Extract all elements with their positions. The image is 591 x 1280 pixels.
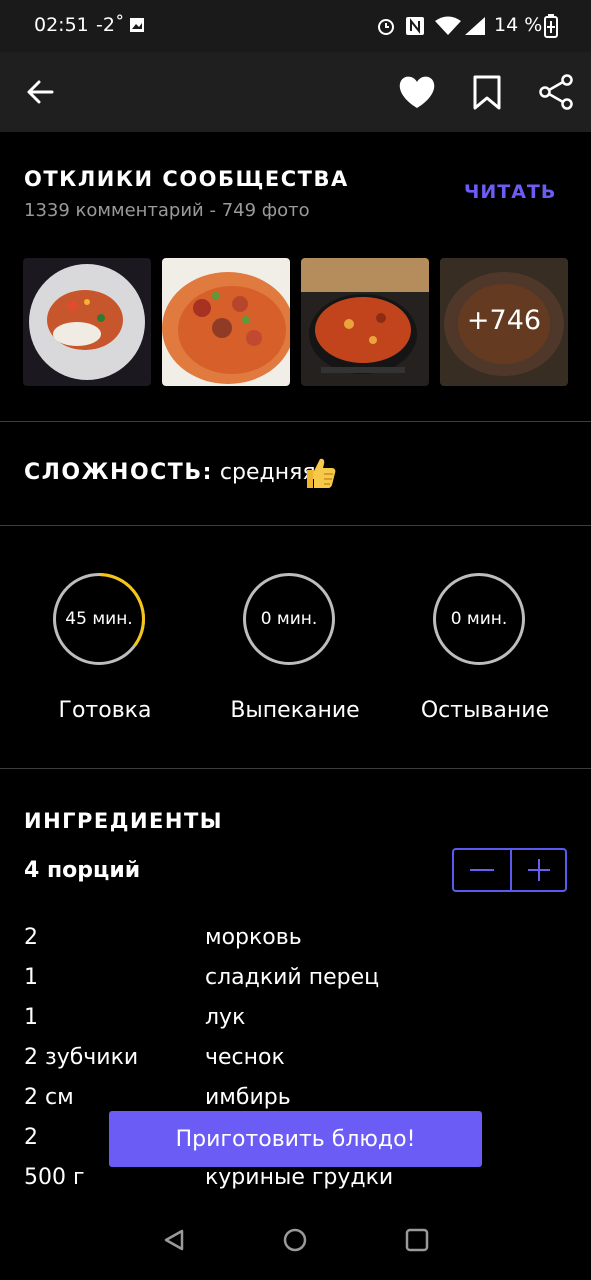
alarm-icon [376, 16, 396, 40]
difficulty-label: СЛОЖНОСТЬ: [24, 460, 213, 485]
ingredient-name: сладкий перец [205, 965, 380, 990]
ingredient-quantity: 2 см [24, 1085, 74, 1110]
status-bar: 02:51 -2˚ 14 % [0, 0, 591, 52]
ingredient-name: лук [205, 1005, 246, 1030]
bookmark-icon [473, 75, 501, 110]
nav-home-button[interactable] [283, 1228, 307, 1256]
circle-home-icon [283, 1228, 307, 1252]
arrow-left-icon [27, 80, 54, 104]
divider [0, 525, 591, 526]
battery-icon [544, 14, 558, 42]
ingredient-row: 1 лук [24, 1005, 564, 1045]
read-button[interactable]: ЧИТАТЬ [464, 181, 556, 203]
nav-back-button[interactable] [162, 1228, 186, 1256]
battery-percent: 14 % [494, 14, 543, 36]
app-bar [0, 52, 591, 132]
cool-time-ring: 0 мин. [433, 573, 525, 665]
community-photo-more[interactable]: +746 [440, 258, 568, 386]
ingredients-title: ИНГРЕДИЕНТЫ [24, 809, 224, 833]
minus-icon [470, 869, 494, 871]
square-recents-icon [405, 1228, 429, 1252]
nfc-icon [405, 16, 425, 40]
ingredient-quantity: 2 [24, 925, 38, 950]
ingredient-row: 500 г куриные грудки [24, 1165, 564, 1205]
bake-time-ring: 0 мин. [243, 573, 335, 665]
increase-portions-button[interactable] [512, 850, 565, 890]
ingredient-quantity: 1 [24, 1005, 38, 1030]
community-photo-1[interactable] [23, 258, 151, 386]
share-button[interactable] [538, 74, 574, 114]
community-photo-3[interactable] [301, 258, 429, 386]
cook-time-label: Готовка [58, 698, 152, 723]
ingredient-row: 1 сладкий перец [24, 965, 564, 1005]
plus-icon [528, 859, 550, 881]
ingredient-row: 2 морковь [24, 925, 564, 965]
wifi-icon [434, 16, 462, 40]
triangle-back-icon [164, 1229, 184, 1251]
bake-time-value: 0 мин. [260, 609, 318, 629]
thumbs-up-icon [303, 456, 337, 494]
ingredient-quantity: 1 [24, 965, 38, 990]
share-icon [539, 74, 573, 110]
cook-time-ring: 45 мин. [53, 573, 145, 665]
divider [0, 421, 591, 422]
portions-label: 4 порций [24, 858, 141, 883]
difficulty-value: средняя [219, 460, 316, 485]
cool-time-value: 0 мин. [450, 609, 508, 629]
community-title: ОТКЛИКИ СООБЩЕСТВА [24, 167, 349, 191]
status-time: 02:51 [34, 14, 89, 36]
ingredient-quantity: 2 зубчики [24, 1045, 139, 1070]
back-button[interactable] [26, 79, 54, 109]
ingredient-quantity: 2 [24, 1125, 38, 1150]
ingredient-name: имбирь [205, 1085, 291, 1110]
cook-time-value: 45 мин. [65, 609, 133, 629]
decrease-portions-button[interactable] [454, 850, 510, 890]
favorite-button[interactable] [397, 74, 437, 114]
community-subtitle: 1339 комментарий - 749 фото [24, 200, 310, 221]
heart-icon [399, 76, 435, 108]
portion-stepper [452, 848, 567, 892]
more-photos-count: +746 [466, 305, 542, 336]
ingredient-name: чеснок [205, 1045, 285, 1070]
status-temperature: -2˚ [96, 14, 125, 36]
ingredient-row: 2 зубчики чеснок [24, 1045, 564, 1085]
ingredient-quantity: 500 г [24, 1165, 85, 1190]
ingredient-name: куриные грудки [205, 1165, 394, 1190]
community-photo-2[interactable] [162, 258, 290, 386]
divider [0, 768, 591, 769]
ingredient-name: морковь [205, 925, 302, 950]
system-nav-bar [0, 1200, 591, 1280]
cool-time-label: Остывание [420, 698, 550, 723]
image-notification-icon [129, 17, 145, 37]
bake-time-label: Выпекание [230, 698, 360, 723]
nav-recents-button[interactable] [405, 1228, 429, 1256]
signal-icon [464, 16, 486, 40]
difficulty-row: СЛОЖНОСТЬ: средняя [24, 460, 316, 485]
bookmark-button[interactable] [472, 75, 502, 115]
cook-dish-button[interactable]: Приготовить блюдо! [109, 1111, 482, 1167]
